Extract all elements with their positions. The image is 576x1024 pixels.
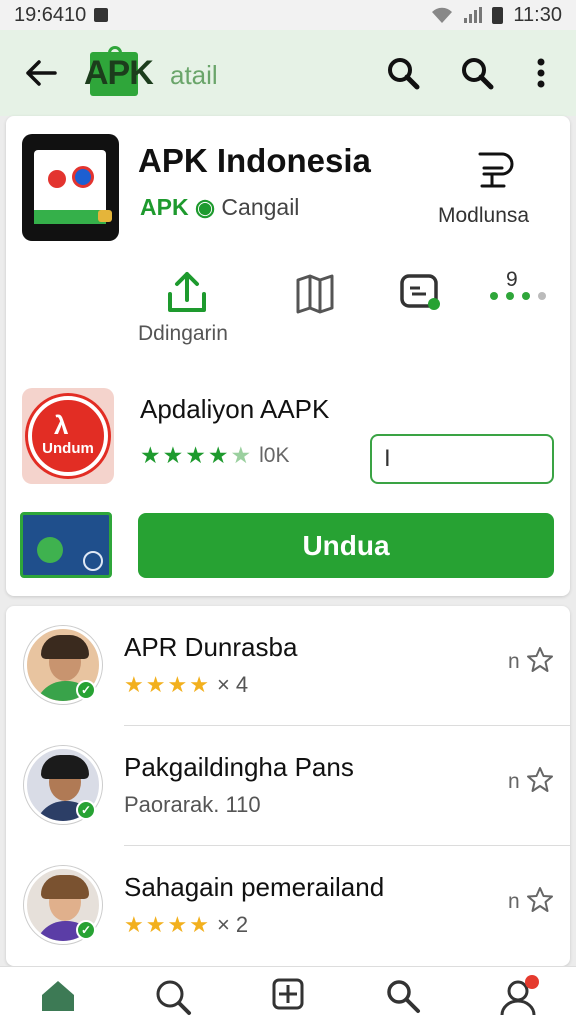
actions-superscript: 9: [506, 268, 518, 291]
person-icon: λ: [54, 410, 69, 440]
nav-favorites[interactable]: [115, 967, 230, 1024]
chat-button[interactable]: [396, 268, 446, 318]
grid-add-icon: [272, 978, 304, 1010]
search-icon: [387, 980, 421, 1013]
star-half-icon: ★: [230, 442, 252, 468]
star-outline-icon[interactable]: [526, 646, 554, 674]
battery-icon: [492, 6, 504, 24]
nav-profile[interactable]: [461, 967, 576, 1024]
star-icon: ★: [207, 442, 229, 468]
app-icon: [22, 134, 119, 241]
wifi-icon: [432, 7, 453, 23]
verified-icon: ◉: [194, 194, 216, 220]
more-options-button[interactable]: [520, 52, 562, 94]
desktop-icon: [478, 152, 514, 188]
notification-icon: [94, 8, 109, 22]
star-icon: ★: [189, 912, 209, 937]
status-time-right: 11:30: [513, 3, 562, 26]
side-action-label: Modlunsa: [438, 204, 530, 227]
promo-app-icon[interactable]: λ Undum: [22, 388, 114, 484]
status-bar: 19:6410 11:30: [0, 0, 576, 30]
logo-text: APK: [84, 54, 154, 92]
list-item-rating: ★ ★ ★ ★ × 2: [124, 912, 248, 938]
actions-label: Ddingarin: [138, 322, 228, 345]
verified-check-icon: ✓: [76, 680, 96, 700]
star-outline-icon[interactable]: [526, 886, 554, 914]
list-item-meta: n: [508, 890, 520, 913]
star-icon: ★: [167, 672, 188, 697]
star-icon: ★: [185, 442, 206, 468]
share-button[interactable]: [162, 268, 212, 318]
verified-check-icon: ✓: [76, 800, 96, 820]
heart-search-icon: [156, 980, 191, 1015]
leaf-icon: [37, 537, 63, 563]
star-icon: ★: [124, 912, 144, 937]
list-item[interactable]: ✓ APR Dunrasba ★ ★ ★ ★ × 4 n: [6, 606, 570, 726]
user-list-card: ✓ APR Dunrasba ★ ★ ★ ★ × 4 n ✓ Pakgaildi…: [6, 606, 570, 966]
star-outline-icon[interactable]: [526, 766, 554, 794]
search-icon: [462, 58, 494, 90]
promo-rating-count: l0K: [259, 443, 290, 467]
status-time-left: 19:6410: [14, 3, 87, 26]
developer-row[interactable]: APK ◉ Cangail: [140, 194, 299, 221]
page-title: atail: [170, 60, 218, 90]
promo-rating: ★ ★ ★ ★ ★ l0K: [140, 442, 289, 469]
promo-app-name: Apdaliyon AAPK: [140, 394, 330, 424]
home-icon: [41, 981, 74, 1011]
text-input[interactable]: [370, 434, 554, 484]
signal-icon: [464, 7, 483, 23]
verified-check-icon: ✓: [76, 920, 96, 940]
notification-dot: [524, 975, 539, 989]
star-icon: ★: [145, 912, 166, 937]
download-button[interactable]: Undua: [138, 513, 554, 578]
list-item-meta: n: [508, 650, 520, 673]
more-vertical-icon: [537, 58, 545, 88]
star-icon: ★: [189, 672, 209, 697]
chat-icon: [400, 274, 440, 310]
star-icon: ★: [162, 442, 184, 468]
app-name: APK Indonesia: [138, 142, 371, 179]
list-item-name: Sahagain pemerailand: [124, 872, 385, 902]
app-detail-card: APK Indonesia APK ◉ Cangail Modlunsa 9 D…: [6, 116, 570, 596]
star-icon: ★: [167, 912, 188, 937]
side-action-button[interactable]: [470, 146, 516, 196]
book-map-icon: [296, 274, 334, 314]
nav-search[interactable]: [346, 967, 461, 1024]
bottom-navigation: [0, 966, 576, 1024]
star-icon: ★: [124, 672, 144, 697]
screenshot-thumbnail[interactable]: [20, 512, 112, 578]
share-upload-icon: [168, 272, 206, 312]
more-dots-icon[interactable]: [490, 292, 546, 300]
nav-add[interactable]: [230, 967, 345, 1024]
list-item-subtitle: Paorarak. 110: [124, 792, 261, 818]
list-item-count: × 2: [216, 912, 249, 937]
star-icon: ★: [140, 442, 161, 468]
search-icon: [388, 58, 420, 90]
search-button-secondary[interactable]: [456, 52, 498, 94]
clock-icon: [83, 551, 103, 571]
nav-home[interactable]: [0, 967, 115, 1024]
list-item-count: × 4: [216, 672, 249, 697]
promo-icon-label: Undum: [42, 440, 94, 457]
apk-logo: APK: [84, 46, 154, 98]
list-item[interactable]: ✓ Sahagain pemerailand ★ ★ ★ ★ × 2 n: [6, 846, 570, 966]
developer-brand: APK: [140, 194, 189, 220]
list-item[interactable]: ✓ Pakgaildingha Pans Paorarak. 110 n: [6, 726, 570, 846]
list-item-name: APR Dunrasba: [124, 632, 298, 662]
list-item-sub-text: Paorarak. 110: [124, 792, 261, 817]
list-item-meta: n: [508, 770, 520, 793]
search-button[interactable]: [382, 52, 424, 94]
star-icon: ★: [145, 672, 166, 697]
back-button[interactable]: [20, 52, 62, 94]
app-bar: APK atail: [0, 30, 576, 116]
list-item-name: Pakgaildingha Pans: [124, 752, 354, 782]
arrow-left-icon: [26, 60, 57, 86]
list-item-rating: ★ ★ ★ ★ × 4: [124, 672, 248, 698]
developer-name: Cangail: [221, 194, 300, 220]
map-button[interactable]: [290, 268, 340, 318]
